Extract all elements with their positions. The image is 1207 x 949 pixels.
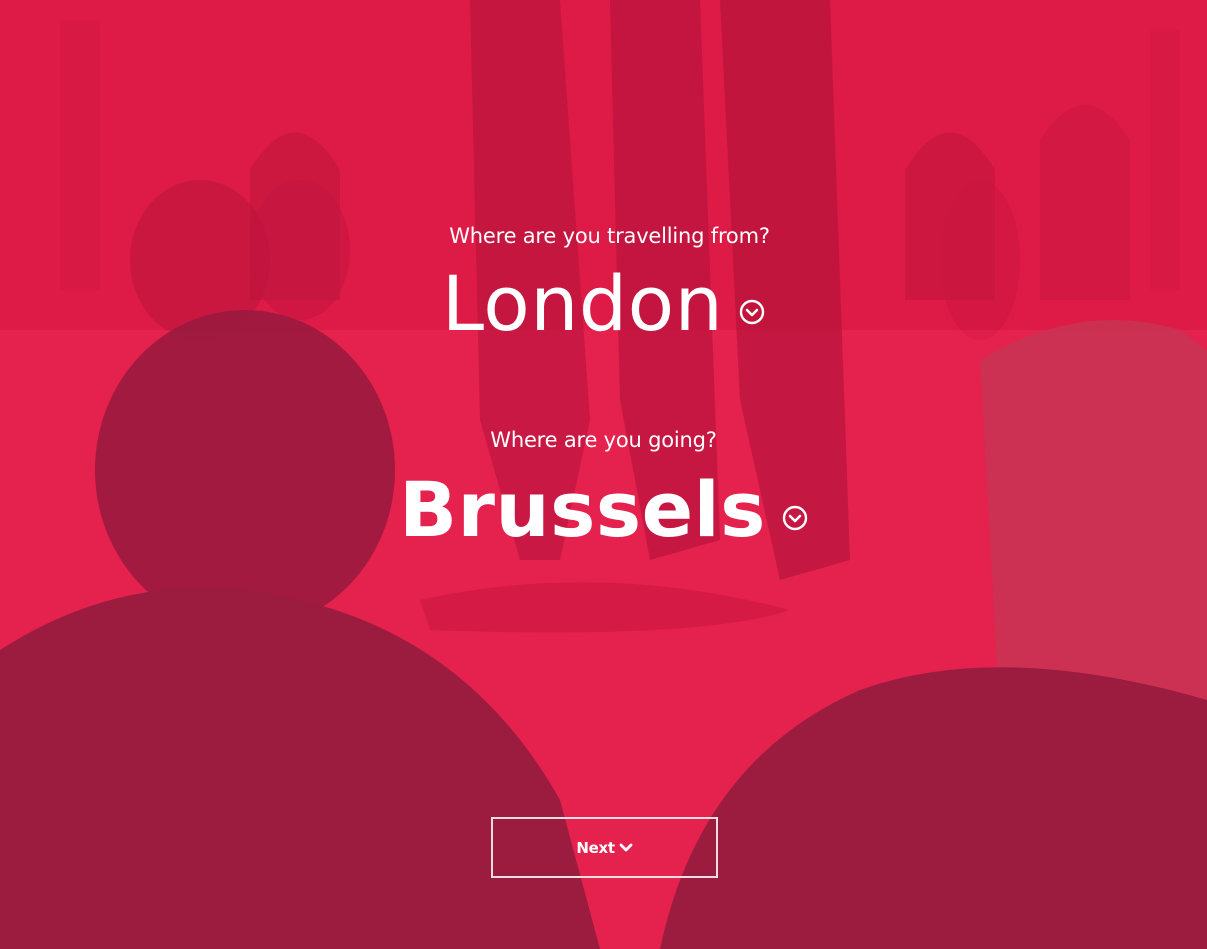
next-button[interactable]: Next [491, 817, 718, 878]
to-question: Where are you going? [490, 428, 717, 452]
chevron-circle-down-icon[interactable] [782, 505, 808, 531]
chevron-down-icon [619, 843, 633, 851]
trip-form: Where are you travelling from? London Wh… [0, 0, 1207, 949]
from-city-value[interactable]: London [442, 262, 724, 346]
hero-section: Where are you travelling from? London Wh… [0, 0, 1207, 949]
from-city-select[interactable]: London [0, 262, 1207, 346]
to-city-value[interactable]: Brussels [399, 468, 766, 552]
chevron-circle-down-icon[interactable] [739, 299, 765, 325]
from-question: Where are you travelling from? [449, 224, 770, 248]
next-button-label: Next [576, 838, 615, 857]
to-city-select[interactable]: Brussels [0, 468, 1207, 552]
